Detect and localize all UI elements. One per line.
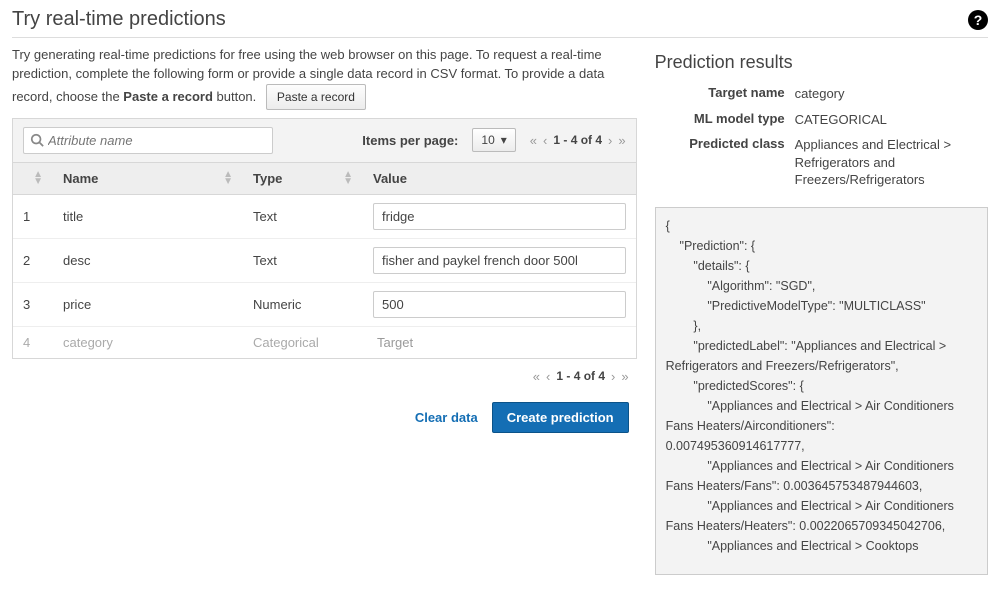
intro-bold: Paste a record: [123, 89, 213, 104]
row-name: title: [53, 194, 243, 238]
prediction-json-output[interactable]: [655, 207, 988, 575]
clear-data-button[interactable]: Clear data: [415, 410, 478, 425]
row-index: 1: [13, 194, 53, 238]
create-prediction-button[interactable]: Create prediction: [492, 402, 629, 433]
pager-next-icon[interactable]: ›: [611, 369, 615, 384]
table-row: 2descText: [13, 238, 636, 282]
row-value-cell: [363, 194, 636, 238]
page-title: Try real-time predictions: [12, 8, 226, 31]
pager-prev-icon[interactable]: ‹: [543, 133, 547, 148]
items-per-page-select[interactable]: 10 ▾: [472, 128, 515, 152]
caret-down-icon: ▾: [501, 133, 507, 147]
target-placeholder: Target: [373, 335, 413, 350]
col-header-type[interactable]: Type ▲▼: [243, 163, 363, 195]
row-type: Numeric: [243, 282, 363, 326]
results-title: Prediction results: [655, 52, 988, 73]
row-name: desc: [53, 238, 243, 282]
table-row: 3priceNumeric: [13, 282, 636, 326]
row-value-cell: Target: [363, 326, 636, 358]
intro-tail: button.: [213, 89, 256, 104]
search-wrap[interactable]: [23, 127, 273, 154]
search-icon: [30, 133, 44, 147]
row-index: 2: [13, 238, 53, 282]
attributes-table: ▲▼ Name ▲▼ Type ▲▼ Value: [13, 163, 636, 358]
pager-prev-icon[interactable]: ‹: [546, 369, 550, 384]
col-header-type-label: Type: [253, 171, 282, 186]
col-header-name[interactable]: Name ▲▼: [53, 163, 243, 195]
sort-icon: ▲▼: [33, 171, 43, 185]
target-name-label: Target name: [655, 85, 795, 103]
row-index: 3: [13, 282, 53, 326]
row-type: Text: [243, 238, 363, 282]
intro-text: Try generating real-time predictions for…: [12, 46, 637, 110]
attributes-table-container: Items per page: 10 ▾ « ‹ 1 - 4 of 4 › »: [12, 118, 637, 359]
row-value-input[interactable]: [373, 203, 626, 230]
items-per-page-value: 10: [481, 133, 494, 147]
model-type-label: ML model type: [655, 111, 795, 129]
help-icon[interactable]: ?: [968, 10, 988, 30]
predicted-class-label: Predicted class: [655, 136, 795, 189]
col-header-name-label: Name: [63, 171, 98, 186]
search-input[interactable]: [44, 131, 266, 150]
items-per-page-label: Items per page:: [362, 133, 458, 148]
target-name-value: category: [795, 85, 988, 103]
pager-top: « ‹ 1 - 4 of 4 › »: [530, 133, 626, 148]
row-type: Categorical: [243, 326, 363, 358]
col-header-value-label: Value: [373, 171, 407, 186]
row-value-cell: [363, 282, 636, 326]
row-name: category: [53, 326, 243, 358]
sort-icon: ▲▼: [343, 171, 353, 185]
pager-next-icon[interactable]: ›: [608, 133, 612, 148]
row-value-input[interactable]: [373, 291, 626, 318]
sort-icon: ▲▼: [223, 171, 233, 185]
col-header-value: Value: [363, 163, 636, 195]
pager-first-icon[interactable]: «: [530, 133, 537, 148]
col-header-index[interactable]: ▲▼: [13, 163, 53, 195]
table-row: 4categoryCategorical Target: [13, 326, 636, 358]
row-value-cell: [363, 238, 636, 282]
table-row: 1titleText: [13, 194, 636, 238]
pager-last-icon[interactable]: »: [618, 133, 625, 148]
model-type-value: CATEGORICAL: [795, 111, 988, 129]
paste-record-button[interactable]: Paste a record: [266, 84, 366, 110]
pager-range-bottom: 1 - 4 of 4: [556, 369, 605, 383]
pager-range: 1 - 4 of 4: [553, 133, 602, 147]
predicted-class-value: Appliances and Electrical > Refrigerator…: [795, 136, 988, 189]
row-value-input[interactable]: [373, 247, 626, 274]
pager-bottom: « ‹ 1 - 4 of 4 › »: [12, 359, 637, 390]
row-type: Text: [243, 194, 363, 238]
pager-last-icon[interactable]: »: [621, 369, 628, 384]
row-index: 4: [13, 326, 53, 358]
pager-first-icon[interactable]: «: [533, 369, 540, 384]
row-name: price: [53, 282, 243, 326]
